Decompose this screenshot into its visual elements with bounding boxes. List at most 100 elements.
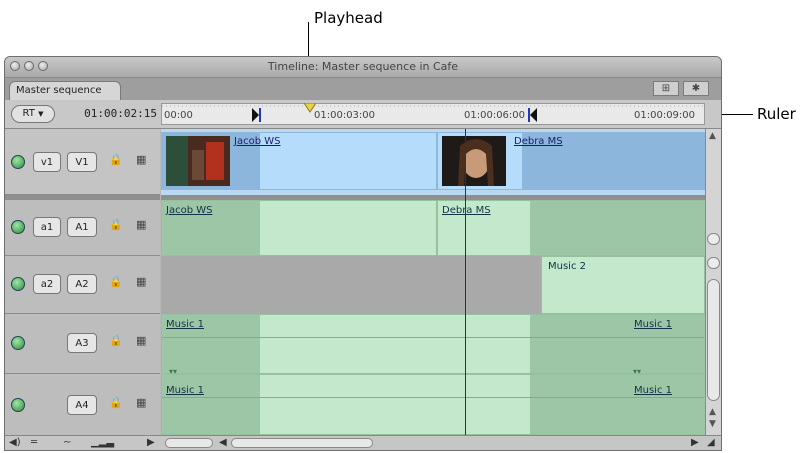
audio-clip-jacob-ws[interactable]: Jacob WS [161,200,437,256]
clip-label: Music 1 [634,319,672,330]
out-point-marker-icon[interactable] [528,108,538,122]
track-audible-toggle[interactable] [11,336,25,350]
track-a4: Music 1 Music 1 [161,374,705,435]
tab-master-sequence[interactable]: Master sequence [9,81,121,100]
track-header-a2: a2 A2 🔒 ▦ [5,256,160,314]
video-clip-debra-ms[interactable]: Debra MS [437,132,705,190]
clip-label: Music 2 [548,261,586,272]
ruler-label-9s: 01:00:09:00 [634,110,696,121]
dest-control-A4[interactable]: A4 [67,395,97,415]
ruler-label-6s: 01:00:06:00 [464,110,526,121]
dest-control-A1[interactable]: A1 [67,217,97,237]
audio-clip-music-1[interactable]: Music 1 Music 1 [161,374,705,435]
audio-controls-icon[interactable]: ◀) [9,437,21,448]
ruler-annotation: Ruler [757,105,796,123]
vertical-scrollbar[interactable]: ▲ ▲ ▼ [705,129,721,435]
stereo-pair-icon: ▾▾ [633,367,642,376]
track-height-handle[interactable] [707,257,720,269]
thumbnail-jacob-ws [166,136,230,186]
audio-clip-music-1[interactable]: Music 1 Music 1 [161,314,705,374]
dest-control-V1[interactable]: V1 [67,152,97,172]
clip-selected-region [530,201,705,255]
source-control-a1[interactable]: a1 [33,217,61,237]
track-visibility-toggle[interactable] [11,155,25,169]
keyframes-icon[interactable]: ∼ [63,437,71,448]
snapping-icon: ⊞ [661,83,671,94]
auto-select-icon[interactable]: ▦ [136,334,146,347]
dest-control-A3[interactable]: A3 [67,333,97,353]
disclosure-arrow-icon[interactable]: ▶ [147,437,155,448]
title-bar[interactable]: Timeline: Master sequence in Cafe [5,57,721,78]
audio-clip-debra-ms[interactable]: Debra MS [437,200,705,256]
lock-icon[interactable]: 🔒 [109,334,123,347]
resize-grip-icon[interactable]: ◢ [707,437,715,448]
zoom-slider[interactable] [165,438,213,448]
clip-overlays-icon[interactable]: ═ [31,437,37,448]
stereo-pair-icon: ▾▾ [169,367,178,376]
ruler-ticks [162,105,704,107]
track-header-a1: a1 A1 🔒 ▦ [5,200,160,256]
ruler-label-start: 00:00 [164,110,193,121]
clip-label: Debra MS [514,136,563,147]
timeline-ruler[interactable]: 00:00 01:00:03:00 01:00:06:00 01:00:09:0… [161,103,705,125]
audio-clip-music-2[interactable]: Music 2 [541,256,705,314]
track-headers: v1 V1 🔒 ▦ a1 A1 🔒 ▦ a2 A2 🔒 ▦ A3 🔒 ▦ A4 … [5,129,160,435]
thumbnail-debra-ms [442,136,506,186]
track-header-v1: v1 V1 🔒 ▦ [5,129,160,195]
lock-icon[interactable]: 🔒 [109,153,123,166]
track-height-handle[interactable] [707,233,720,245]
track-audible-toggle[interactable] [11,220,25,234]
bottom-toolbar: ◀) ═ ∼ ▁▂▃ ▶ ◀ ▶ ◢ [5,435,721,450]
track-a1: Jacob WS Debra MS [161,200,705,256]
clip-selected-region [162,375,260,434]
window-title: Timeline: Master sequence in Cafe [267,60,459,73]
clip-label: Jacob WS [234,136,281,147]
clip-label: Music 1 [166,319,204,330]
chevron-down-icon: ▼ [38,110,44,118]
clip-label: Debra MS [442,205,491,216]
source-control-a2[interactable]: a2 [33,274,61,294]
scroll-arrow-down-icon[interactable]: ▼ [709,419,716,429]
current-timecode-field[interactable]: 01:00:02:15 [57,105,157,122]
track-height-icon[interactable]: ▁▂▃ [91,437,114,448]
horizontal-scroll-thumb[interactable] [231,438,373,448]
source-control-v1[interactable]: v1 [33,152,61,172]
in-point-marker-icon[interactable] [252,108,262,122]
playhead-marker-icon[interactable] [304,103,316,113]
auto-select-icon[interactable]: ▦ [136,275,146,288]
dest-control-A2[interactable]: A2 [67,274,97,294]
auto-select-icon[interactable]: ▦ [136,218,146,231]
scroll-arrow-right-icon[interactable]: ▶ [691,437,699,448]
tab-row: Master sequence ⊞ ✱ [5,78,721,100]
ruler-label-3s: 01:00:03:00 [314,110,376,121]
vertical-scroll-thumb[interactable] [707,279,720,401]
scroll-arrow-up-icon[interactable]: ▲ [709,131,716,141]
snapping-toggle[interactable]: ⊞ [653,81,679,96]
clip-selected-region [530,315,705,373]
clip-label: Music 1 [634,385,672,396]
auto-select-icon[interactable]: ▦ [136,396,146,409]
track-audible-toggle[interactable] [11,277,25,291]
linking-toggle[interactable]: ✱ [683,81,709,96]
scroll-arrow-up-icon[interactable]: ▲ [709,407,716,417]
audio-level-line [162,337,704,338]
timeline-window: Timeline: Master sequence in Cafe Master… [4,56,722,451]
clip-selected-region [530,375,705,434]
clip-label: Jacob WS [166,205,213,216]
scroll-arrow-left-icon[interactable]: ◀ [219,437,227,448]
clip-label: Music 1 [166,385,204,396]
lock-icon[interactable]: 🔒 [109,218,123,231]
auto-select-icon[interactable]: ▦ [136,153,146,166]
audio-level-line [162,397,704,398]
video-clip-jacob-ws[interactable]: Jacob WS [161,132,437,190]
rt-menu-button[interactable]: RT ▼ [11,105,55,123]
linking-icon: ✱ [691,83,701,94]
timeline-track-area[interactable]: Jacob WS Debra MS Jacob WS Debra MS Musi… [161,129,705,435]
track-a3: Music 1 Music 1 [161,314,705,374]
track-header-a3: A3 🔒 ▦ [5,314,160,374]
track-v1: Jacob WS Debra MS [161,129,705,195]
playhead-line[interactable] [465,129,466,435]
track-audible-toggle[interactable] [11,398,25,412]
lock-icon[interactable]: 🔒 [109,275,123,288]
lock-icon[interactable]: 🔒 [109,396,123,409]
